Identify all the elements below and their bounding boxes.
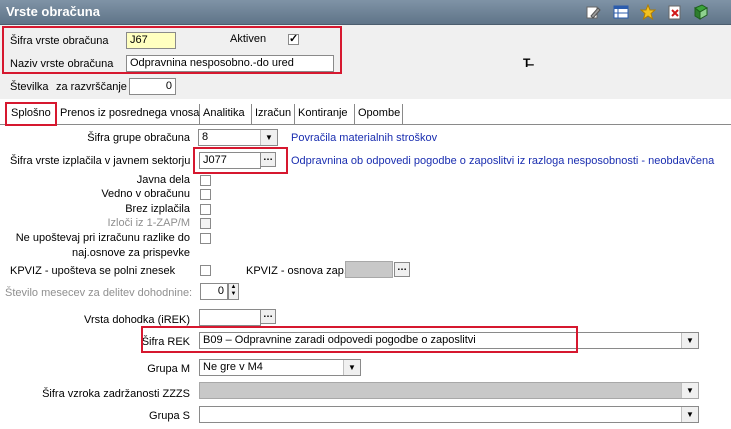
razvrscanje-label: za razvrščanje <box>56 81 127 93</box>
tab-bar: Splošno Prenos iz posrednega vnosa Anali… <box>0 104 731 125</box>
izplacila-label: Šifra vrste izplačila v javnem sektorju <box>10 155 191 167</box>
izplacila-description: Odpravnina ob odpovedi pogodbe o zaposli… <box>291 155 715 167</box>
kpviz-polni-label: KPVIZ - upošteva se polni znesek <box>10 265 176 277</box>
aktiven-label: Aktiven <box>230 33 267 45</box>
javna-dela-checkbox[interactable] <box>200 175 211 186</box>
razvrscanje-input[interactable]: 0 <box>129 78 176 95</box>
tab-opombe[interactable]: Opombe <box>355 104 403 124</box>
chevron-down-icon[interactable]: ▼ <box>681 383 698 398</box>
kpviz-polni-checkbox[interactable] <box>200 265 211 276</box>
chevron-down-icon[interactable]: ▼ <box>260 130 277 145</box>
grupa-value: 8 <box>202 131 209 143</box>
window-title: Vrste obračuna <box>6 4 100 19</box>
aktiven-checkbox[interactable] <box>288 32 299 45</box>
grupa-m-value: Ne gre v M4 <box>203 361 263 373</box>
vrsta-dohodka-label: Vrsta dohodka (iREK) <box>84 314 190 326</box>
sifra-label: Šifra vrste obračuna <box>10 35 109 47</box>
tab-analitika[interactable]: Analitika <box>200 104 252 124</box>
grupa-m-select[interactable]: Ne gre v M4 ▼ <box>199 359 361 376</box>
grupa-description: Povračila materialnih stroškov <box>291 132 438 144</box>
star-icon[interactable] <box>640 4 656 20</box>
grupa-label: Šifra grupe obračuna <box>87 132 190 144</box>
neupostevaj-checkbox[interactable] <box>200 233 211 244</box>
vedno-checkbox[interactable] <box>200 189 211 200</box>
grupa-m-label: Grupa M <box>147 363 190 375</box>
vrsta-dohodka-input[interactable] <box>199 309 261 326</box>
stevilo-mesecev-label: Število mesecev za delitev dohodnine: <box>5 287 193 299</box>
highlight-box-rek <box>141 326 578 353</box>
stevilo-mesecev-spinner[interactable]: ▲ ▼ <box>228 283 239 300</box>
grupa-select[interactable]: 8 ▼ <box>198 129 278 146</box>
naziv-input[interactable]: Odpravnina nesposobno.-do ured <box>126 55 334 72</box>
izloci-label: Izloči iz 1-ZAP/M <box>107 217 190 229</box>
table-icon[interactable] <box>613 4 629 20</box>
tab-prenos[interactable]: Prenos iz posrednega vnosa <box>57 104 200 124</box>
stevilo-mesecev-input[interactable]: 0 <box>200 283 228 300</box>
kpviz-osnova-browse-button[interactable]: … <box>394 262 410 277</box>
edit-icon[interactable] <box>585 4 601 20</box>
javna-dela-label: Javna dela <box>136 174 190 186</box>
stevilka-label: Številka <box>10 81 49 93</box>
text-format-icon[interactable]: T̶ <box>523 56 530 70</box>
book-icon[interactable] <box>693 4 709 20</box>
chevron-down-icon[interactable]: ▼ <box>681 407 698 422</box>
neupostevaj-label-2: naj.osnove za prispevke <box>71 247 190 259</box>
tab-izracun[interactable]: Izračun <box>252 104 295 124</box>
chevron-down-icon[interactable]: ▼ <box>343 360 360 375</box>
neupostevaj-label-1: Ne upoštevaj pri izračunu razlike do <box>15 232 190 244</box>
grupa-s-select[interactable]: ▼ <box>199 406 699 423</box>
izloci-checkbox[interactable] <box>200 218 211 229</box>
sifra-input[interactable]: J67 <box>126 32 176 49</box>
tab-kontiranje[interactable]: Kontiranje <box>295 104 355 124</box>
highlight-box-izplacila <box>193 147 288 174</box>
chevron-down-icon[interactable]: ▼ <box>681 333 698 348</box>
vedno-label: Vedno v obračunu <box>101 188 190 200</box>
naziv-label: Naziv vrste obračuna <box>10 58 114 70</box>
kpviz-osnova-label: KPVIZ - osnova zap. <box>246 265 347 277</box>
brez-label: Brez izplačila <box>125 203 190 215</box>
vrsta-dohodka-browse-button[interactable]: … <box>260 309 276 324</box>
highlight-box-tab <box>5 102 57 126</box>
delete-icon[interactable] <box>667 4 683 20</box>
kpviz-osnova-input[interactable] <box>345 261 393 278</box>
title-bar: Vrste obračuna <box>0 0 731 25</box>
brez-checkbox[interactable] <box>200 204 211 215</box>
zzzs-select[interactable]: ▼ <box>199 382 699 399</box>
zzzs-label: Šifra vzroka zadržanosti ZZZS <box>42 388 190 400</box>
grupa-s-label: Grupa S <box>149 410 190 422</box>
